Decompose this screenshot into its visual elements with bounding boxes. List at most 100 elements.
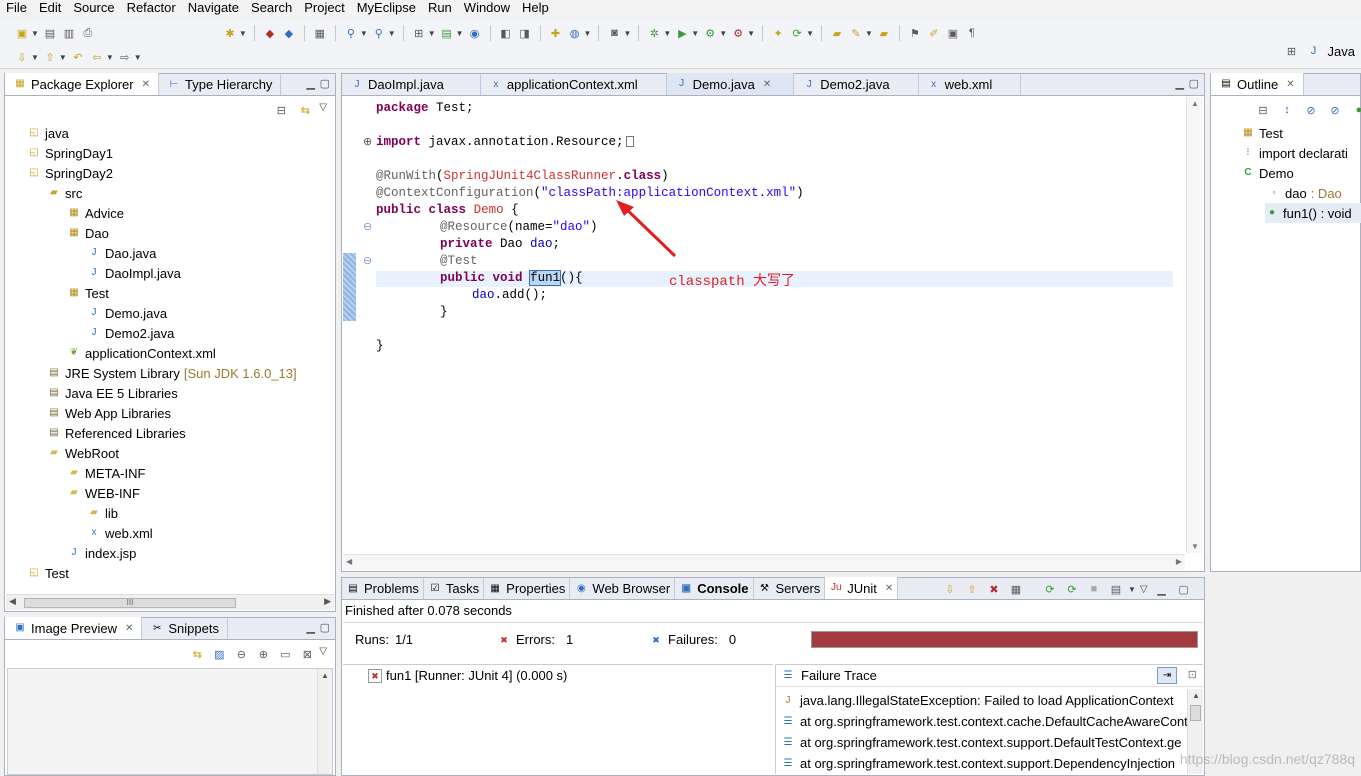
tree-item[interactable]: ▰ src	[47, 183, 82, 203]
last-edit-icon[interactable]: ↶	[70, 49, 86, 65]
next-annotation-icon[interactable]: ⇩	[14, 49, 30, 65]
folder-icon[interactable]: ▰	[876, 25, 892, 41]
hide-static-icon[interactable]: ⊘	[1327, 102, 1343, 118]
menu-refactor[interactable]: Refactor	[121, 0, 182, 16]
horizontal-scrollbar[interactable]: ◀ ▶	[343, 554, 1185, 570]
zoom-in-icon[interactable]: ⊕	[255, 646, 271, 662]
trace-line[interactable]: ☰ at org.springframework.test.context.cac…	[776, 711, 1187, 732]
deploy-icon[interactable]: ⊞	[411, 25, 427, 41]
tree-item[interactable]: ▤ Referenced Libraries	[47, 423, 185, 443]
view-menu-icon[interactable]: ▽	[319, 102, 327, 118]
print-icon[interactable]: ⎙	[80, 25, 96, 41]
outline-item-imports[interactable]: ⁝ import declarati	[1241, 143, 1347, 163]
external-tools-icon[interactable]: ⚙	[730, 25, 746, 41]
outline-item-class[interactable]: C Demo	[1241, 163, 1293, 183]
menu-navigate[interactable]: Navigate	[182, 0, 245, 16]
search-decl-icon[interactable]: ⚲	[371, 25, 387, 41]
menu-myeclipse[interactable]: MyEclipse	[351, 0, 422, 16]
tree-item[interactable]: x web.xml	[87, 523, 153, 543]
fit-window-icon[interactable]: ⊠	[299, 646, 315, 662]
tree-item[interactable]: ▰ WebRoot	[47, 443, 119, 463]
hide-nonpublic-icon[interactable]: ●	[1351, 102, 1361, 118]
refresh-icon[interactable]: ⟳	[789, 25, 805, 41]
zoom-out-icon[interactable]: ⊖	[233, 646, 249, 662]
tree-item[interactable]: ◱ SpringDay2	[27, 163, 113, 183]
show-whitespace-icon[interactable]: ¶	[964, 25, 980, 41]
close-icon[interactable]: ✕	[125, 623, 133, 634]
scroll-thumb[interactable]	[1190, 705, 1201, 721]
new-class-icon[interactable]: ✚	[548, 25, 564, 41]
scroll-up-icon[interactable]: ▲	[321, 671, 329, 680]
tab-web-browser[interactable]: ◉ Web Browser	[570, 578, 676, 599]
open-perspective-icon[interactable]: ⊞	[1284, 43, 1300, 59]
menu-window[interactable]: Window	[458, 0, 516, 16]
close-icon[interactable]: ✕	[763, 79, 771, 90]
debug-icon[interactable]: ✲	[646, 25, 662, 41]
maximize-icon[interactable]: ▢	[1189, 77, 1199, 90]
filter-trace-icon[interactable]: ⇥	[1157, 667, 1177, 684]
new-wizard-icon[interactable]: ✱	[222, 25, 238, 41]
scroll-thumb[interactable]: III	[24, 598, 236, 608]
collapse-all-icon[interactable]: ⊟	[1255, 102, 1271, 118]
scroll-left-icon[interactable]: ◀	[346, 557, 352, 566]
tab-snippets[interactable]: ✂ Snippets	[142, 618, 228, 639]
tree-item[interactable]: ▰ lib	[87, 503, 118, 523]
tree-item[interactable]: ▤ Java EE 5 Libraries	[47, 383, 177, 403]
sync-icon[interactable]: ⇆	[189, 646, 205, 662]
tab-junit[interactable]: Ju JUnit ✕	[825, 577, 899, 599]
perspective-label[interactable]: Java	[1328, 44, 1355, 59]
server-icon[interactable]: ▤	[439, 25, 455, 41]
tree-item[interactable]: ◱ Test	[27, 563, 69, 583]
pencil-icon[interactable]: ✎	[848, 25, 864, 41]
scroll-right-icon[interactable]: ▶	[324, 596, 331, 607]
minimize-icon[interactable]: ▁	[307, 621, 315, 634]
collapse-icon[interactable]: ⊖	[363, 254, 372, 267]
close-icon[interactable]: ✕	[885, 583, 893, 594]
scroll-left-icon[interactable]: ◀	[9, 596, 16, 607]
history-icon[interactable]: ▤	[1108, 581, 1124, 597]
maximize-icon[interactable]: ▢	[320, 77, 330, 90]
scroll-lock-icon[interactable]: ▦	[1008, 581, 1024, 597]
run-config-icon[interactable]: ⚙	[702, 25, 718, 41]
menu-source[interactable]: Source	[67, 0, 120, 16]
tab-type-hierarchy[interactable]: ⊢ Type Hierarchy	[159, 74, 282, 95]
tab-problems[interactable]: ▤ Problems	[342, 578, 424, 599]
tab-servers[interactable]: ⚒ Servers	[754, 578, 826, 599]
tab-webxml[interactable]: x web.xml	[919, 74, 1022, 95]
horizontal-scrollbar[interactable]: ◀ III ▶	[6, 594, 334, 610]
stop-icon[interactable]: ■	[1086, 581, 1102, 597]
save-icon[interactable]: ▤	[42, 25, 58, 41]
rerun-failed-icon[interactable]: ⟳	[1064, 581, 1080, 597]
menu-edit[interactable]: Edit	[33, 0, 67, 16]
block-select-icon[interactable]: ▣	[945, 25, 961, 41]
tree-item[interactable]: ▰ WEB-INF	[67, 483, 140, 503]
prev-failure-icon[interactable]: ⇧	[964, 581, 980, 597]
actual-size-icon[interactable]: ▭	[277, 646, 293, 662]
prev-edit-icon[interactable]: ◧	[498, 25, 514, 41]
tree-item[interactable]: J Demo.java	[87, 303, 168, 323]
tab-package-explorer[interactable]: ▦ Package Explorer ✕	[5, 73, 160, 95]
globe-icon[interactable]: ◉	[467, 25, 483, 41]
tree-item[interactable]: ▰ META-INF	[67, 463, 145, 483]
scroll-up-icon[interactable]: ▲	[1191, 99, 1199, 108]
maximize-icon[interactable]: ▢	[1176, 581, 1192, 597]
show-failures-only-icon[interactable]: ✖	[986, 581, 1002, 597]
save-all-icon[interactable]: ▥	[61, 25, 77, 41]
tree-item[interactable]: ▦ Advice	[67, 203, 124, 223]
outline-item-package[interactable]: ▦ Test	[1241, 123, 1283, 143]
scroll-down-icon[interactable]: ▼	[1191, 542, 1199, 551]
trace-line[interactable]: ☰ at org.springframework.test.context.sup…	[776, 753, 1187, 774]
outline-item-field[interactable]: ▫ dao : Dao	[1267, 183, 1342, 203]
new-icon[interactable]: ▣	[14, 25, 30, 41]
menu-run[interactable]: Run	[422, 0, 458, 16]
open-type-icon[interactable]: ◆	[262, 25, 278, 41]
tab-outline[interactable]: ▤ Outline ✕	[1211, 73, 1304, 95]
collapse-icon[interactable]: ⊖	[363, 220, 372, 233]
java-perspective-icon[interactable]: J	[1306, 43, 1322, 59]
close-icon[interactable]: ✕	[1286, 79, 1294, 90]
calendar-icon[interactable]: ▦	[312, 25, 328, 41]
vertical-scrollbar[interactable]: ▲ ▼	[1186, 97, 1203, 553]
tree-item[interactable]: J Demo2.java	[87, 323, 175, 343]
view-menu-icon[interactable]: ▽	[1140, 584, 1148, 595]
vertical-scrollbar[interactable]: ▲	[317, 669, 332, 774]
